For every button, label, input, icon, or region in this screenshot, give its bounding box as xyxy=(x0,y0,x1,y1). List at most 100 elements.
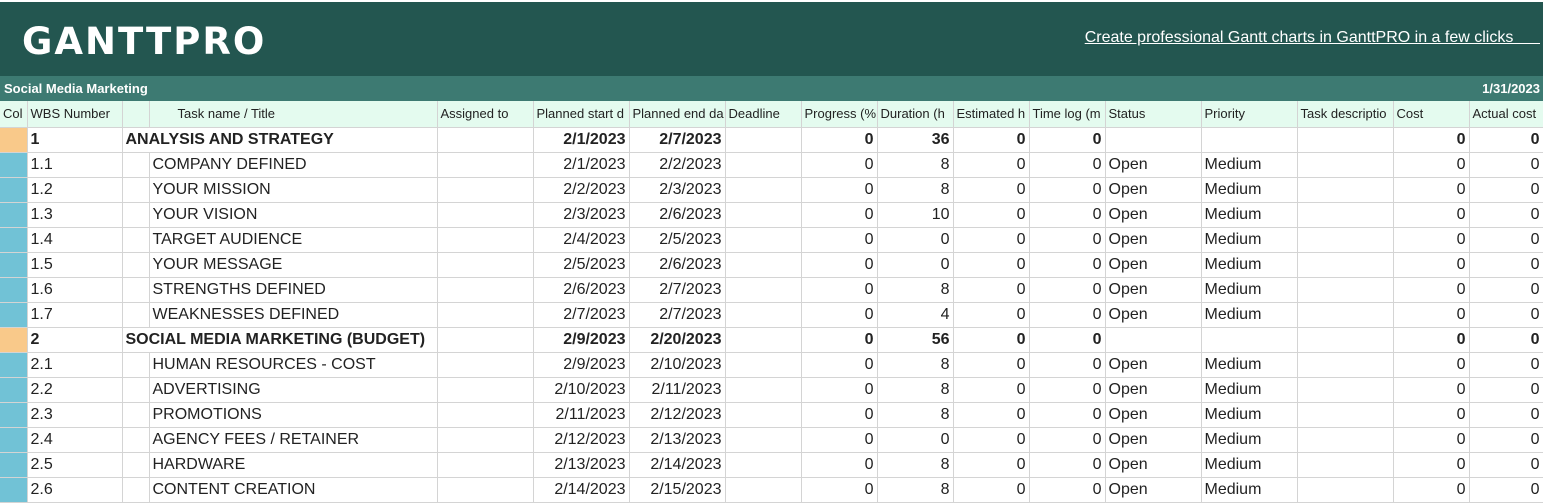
col-header[interactable]: Planned end da xyxy=(629,101,726,128)
cell-timelog[interactable]: 0 xyxy=(1029,377,1106,403)
cell-title[interactable]: WEAKNESSES DEFINED xyxy=(149,302,438,328)
task-row[interactable]: 1.6 STRENGTHS DEFINED 2/6/2023 2/7/2023 0 8 0 0… xyxy=(0,277,1543,303)
cell-duration[interactable]: 10 xyxy=(877,202,954,228)
cell-estimated[interactable]: 0 xyxy=(953,352,1030,378)
col-header[interactable]: Priority xyxy=(1201,101,1298,128)
cell-assigned[interactable] xyxy=(437,127,534,153)
row-color-cell[interactable] xyxy=(0,302,28,328)
cell-title[interactable]: YOUR MESSAGE xyxy=(149,252,438,278)
cell-estimated[interactable]: 0 xyxy=(953,452,1030,478)
col-header[interactable]: Task descriptio xyxy=(1297,101,1394,128)
cell-wbs[interactable]: 2.6 xyxy=(27,477,123,503)
cell-actual[interactable]: 0 xyxy=(1469,302,1543,328)
cell-description[interactable] xyxy=(1297,427,1394,453)
cell-wbs[interactable]: 1.6 xyxy=(27,277,123,303)
cell-cost[interactable]: 0 xyxy=(1393,277,1470,303)
cell-description[interactable] xyxy=(1297,352,1394,378)
cell-status[interactable]: Open xyxy=(1105,452,1202,478)
cell-assigned[interactable] xyxy=(437,477,534,503)
empty-cell[interactable] xyxy=(122,452,150,478)
cell-cost[interactable]: 0 xyxy=(1393,352,1470,378)
cell-wbs[interactable]: 2.2 xyxy=(27,377,123,403)
cell-priority[interactable]: Medium xyxy=(1201,152,1298,178)
cell-assigned[interactable] xyxy=(437,252,534,278)
cell-wbs[interactable]: 1.7 xyxy=(27,302,123,328)
row-color-cell[interactable] xyxy=(0,227,28,253)
cell-status[interactable] xyxy=(1105,127,1202,153)
cell-deadline[interactable] xyxy=(725,227,802,253)
cell-description[interactable] xyxy=(1297,152,1394,178)
cell-status[interactable]: Open xyxy=(1105,252,1202,278)
cell-progress[interactable]: 0 xyxy=(801,252,878,278)
cell-actual[interactable]: 0 xyxy=(1469,202,1543,228)
cell-assigned[interactable] xyxy=(437,427,534,453)
cell-description[interactable] xyxy=(1297,377,1394,403)
cell-estimated[interactable]: 0 xyxy=(953,252,1030,278)
cell-estimated[interactable]: 0 xyxy=(953,152,1030,178)
cell-priority[interactable]: Medium xyxy=(1201,277,1298,303)
cell-duration[interactable]: 8 xyxy=(877,377,954,403)
col-header[interactable]: Deadline xyxy=(725,101,802,128)
cell-status[interactable]: Open xyxy=(1105,202,1202,228)
cell-status[interactable]: Open xyxy=(1105,377,1202,403)
task-row[interactable]: 2.5 HARDWARE 2/13/2023 2/14/2023 0 8 0 0 Open Med… xyxy=(0,452,1543,478)
cell-duration[interactable]: 8 xyxy=(877,452,954,478)
row-color-cell[interactable] xyxy=(0,277,28,303)
cell-wbs[interactable]: 2.3 xyxy=(27,402,123,428)
empty-cell[interactable] xyxy=(122,152,150,178)
cell-start[interactable]: 2/1/2023 xyxy=(533,152,630,178)
cell-start[interactable]: 2/9/2023 xyxy=(533,327,630,353)
cell-timelog[interactable]: 0 xyxy=(1029,327,1106,353)
col-header[interactable]: Time log (m xyxy=(1029,101,1106,128)
cell-description[interactable] xyxy=(1297,252,1394,278)
cell-actual[interactable]: 0 xyxy=(1469,127,1543,153)
empty-cell[interactable] xyxy=(122,277,150,303)
row-color-cell[interactable] xyxy=(0,177,28,203)
cell-wbs[interactable]: 1.4 xyxy=(27,227,123,253)
cell-status[interactable]: Open xyxy=(1105,177,1202,203)
cell-timelog[interactable]: 0 xyxy=(1029,302,1106,328)
cell-end[interactable]: 2/10/2023 xyxy=(629,352,726,378)
row-color-cell[interactable] xyxy=(0,402,28,428)
cell-cost[interactable]: 0 xyxy=(1393,402,1470,428)
cell-cost[interactable]: 0 xyxy=(1393,152,1470,178)
cell-description[interactable] xyxy=(1297,202,1394,228)
cell-actual[interactable]: 0 xyxy=(1469,402,1543,428)
col-header[interactable]: Assigned to xyxy=(437,101,534,128)
col-header[interactable]: Actual cost xyxy=(1469,101,1543,128)
cell-assigned[interactable] xyxy=(437,377,534,403)
task-row[interactable]: 1.7 WEAKNESSES DEFINED 2/7/2023 2/7/2023 0 4 0… xyxy=(0,302,1543,328)
cell-title[interactable]: ANALYSIS AND STRATEGY xyxy=(122,127,438,153)
cell-duration[interactable]: 0 xyxy=(877,427,954,453)
cell-cost[interactable]: 0 xyxy=(1393,302,1470,328)
cell-priority[interactable]: Medium xyxy=(1201,402,1298,428)
cell-wbs[interactable]: 1.5 xyxy=(27,252,123,278)
cell-assigned[interactable] xyxy=(437,152,534,178)
cell-timelog[interactable]: 0 xyxy=(1029,477,1106,503)
cell-end[interactable]: 2/6/2023 xyxy=(629,252,726,278)
cell-priority[interactable]: Medium xyxy=(1201,252,1298,278)
cell-estimated[interactable]: 0 xyxy=(953,177,1030,203)
cell-end[interactable]: 2/20/2023 xyxy=(629,327,726,353)
cell-progress[interactable]: 0 xyxy=(801,377,878,403)
cell-actual[interactable]: 0 xyxy=(1469,252,1543,278)
cell-title[interactable]: HUMAN RESOURCES - COST xyxy=(149,352,438,378)
cell-assigned[interactable] xyxy=(437,277,534,303)
cell-duration[interactable]: 8 xyxy=(877,177,954,203)
cell-deadline[interactable] xyxy=(725,402,802,428)
cell-status[interactable]: Open xyxy=(1105,352,1202,378)
row-color-cell[interactable] xyxy=(0,352,28,378)
cell-actual[interactable]: 0 xyxy=(1469,452,1543,478)
cell-start[interactable]: 2/9/2023 xyxy=(533,352,630,378)
cell-status[interactable]: Open xyxy=(1105,402,1202,428)
cell-title[interactable]: STRENGTHS DEFINED xyxy=(149,277,438,303)
cell-end[interactable]: 2/7/2023 xyxy=(629,302,726,328)
cell-priority[interactable]: Medium xyxy=(1201,202,1298,228)
cell-actual[interactable]: 0 xyxy=(1469,152,1543,178)
cell-timelog[interactable]: 0 xyxy=(1029,227,1106,253)
cell-priority[interactable]: Medium xyxy=(1201,477,1298,503)
cell-start[interactable]: 2/7/2023 xyxy=(533,302,630,328)
cell-timelog[interactable]: 0 xyxy=(1029,402,1106,428)
empty-cell[interactable] xyxy=(122,477,150,503)
task-row[interactable]: 1.4 TARGET AUDIENCE 2/4/2023 2/5/2023 0 0 0 0 Op… xyxy=(0,227,1543,253)
